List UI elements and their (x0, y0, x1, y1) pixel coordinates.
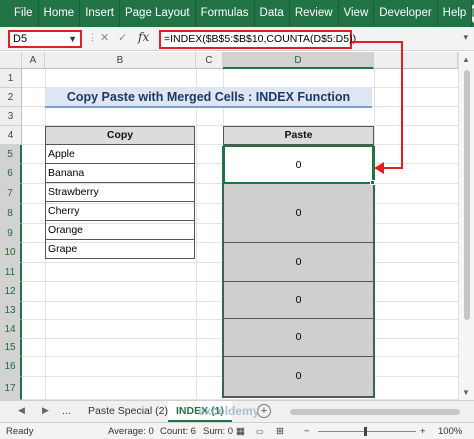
tab-insert[interactable]: Insert (80, 0, 120, 27)
expand-formula-icon[interactable]: ▾ (463, 32, 468, 43)
insert-function-button[interactable]: fx (138, 30, 149, 44)
zoom-out-button[interactable]: − (304, 426, 310, 437)
status-bar: Ready Average: 0 Count: 6 Sum: 0 ▦ ▭ ⊞ −… (0, 422, 474, 439)
row-header-16[interactable]: 16 (0, 357, 22, 377)
row-header-15[interactable]: 15 (0, 339, 22, 357)
paste-cell[interactable]: 0 (223, 282, 374, 319)
tab-review[interactable]: Review (290, 0, 339, 27)
name-box-value: D5 (13, 33, 28, 45)
row-header-1[interactable]: 1 (0, 69, 22, 88)
column-header-b[interactable]: B (45, 52, 196, 69)
column-header-a[interactable]: A (22, 52, 45, 69)
row-header-11[interactable]: 11 (0, 263, 22, 282)
status-count: Count: 6 (160, 426, 196, 437)
name-box[interactable]: D5 ▼ (8, 30, 82, 48)
row-header-10[interactable]: 10 (0, 243, 22, 263)
normal-view-icon[interactable]: ▦ (236, 426, 245, 437)
status-sum: Sum: 0 (203, 426, 234, 437)
scroll-up-icon[interactable]: ▲ (462, 55, 470, 64)
row-header-17[interactable]: 17 (0, 377, 22, 400)
paste-cell[interactable]: 0 (223, 184, 374, 243)
sheet-tab-paste-special-2[interactable]: Paste Special (2) (80, 401, 176, 422)
copy-cell[interactable]: Banana (45, 164, 195, 183)
row-header-3[interactable]: 3 (0, 107, 22, 126)
row-header-4[interactable]: 4 (0, 126, 22, 145)
row-header-6[interactable]: 6 (0, 164, 22, 184)
scroll-tabs-left-icon[interactable]: ◀ (18, 405, 25, 416)
copy-cell[interactable]: Cherry (45, 202, 195, 221)
zoom-slider[interactable] (318, 431, 416, 432)
tab-view[interactable]: View (339, 0, 375, 27)
tab-formulas[interactable]: Formulas (196, 0, 255, 27)
tab-help[interactable]: Help (438, 0, 473, 27)
row-header-2[interactable]: 2 (0, 88, 22, 107)
sheet-title: Copy Paste with Merged Cells : INDEX Fun… (45, 88, 372, 108)
tab-data[interactable]: Data (255, 0, 290, 27)
horizontal-scrollbar[interactable] (290, 409, 460, 415)
row-header-7[interactable]: 7 (0, 184, 22, 204)
formula-input[interactable]: =INDEX($B$5:$B$10,COUNTA(D$5:D5)) (159, 30, 356, 49)
vertical-scrollbar[interactable]: ▲ ▼ (458, 52, 474, 400)
tab-file[interactable]: File (0, 0, 39, 27)
paste-cell[interactable]: 0 (223, 357, 374, 397)
copy-header: Copy (45, 126, 195, 145)
exceldemy-logo: exceldemy (198, 404, 260, 418)
zoom-in-button[interactable]: + (420, 426, 426, 437)
enter-button[interactable]: ✓ (118, 31, 127, 44)
column-header-e[interactable] (374, 52, 458, 69)
paste-header: Paste (223, 126, 374, 145)
page-break-icon[interactable]: ⊞ (276, 426, 284, 437)
page-layout-icon[interactable]: ▭ (256, 427, 264, 436)
zoom-level[interactable]: 100% (438, 426, 462, 437)
column-header-c[interactable]: C (196, 52, 223, 69)
scroll-tabs-right-icon[interactable]: ▶ (42, 405, 49, 416)
cancel-button[interactable]: ✕ (100, 31, 109, 44)
status-ready: Ready (6, 426, 34, 437)
copy-cell[interactable]: Strawberry (45, 183, 195, 202)
tab-home[interactable]: Home (39, 0, 81, 27)
copy-cell[interactable]: Orange (45, 221, 195, 240)
copy-cell[interactable]: Grape (45, 240, 195, 259)
copy-cell[interactable]: Apple (45, 145, 195, 164)
row-header-12[interactable]: 12 (0, 282, 22, 302)
select-all-corner[interactable] (0, 52, 22, 69)
fill-handle[interactable] (370, 180, 375, 185)
scrollbar-thumb[interactable] (464, 70, 470, 320)
row-header-8[interactable]: 8 (0, 204, 22, 224)
row-header-5[interactable]: 5 (0, 145, 22, 164)
row-header-13[interactable]: 13 (0, 302, 22, 320)
row-header-9[interactable]: 9 (0, 224, 22, 243)
drag-handle-icon[interactable]: ⋮ (88, 32, 97, 43)
more-sheets[interactable]: ... (54, 401, 79, 422)
tab-page-layout[interactable]: Page Layout (120, 0, 196, 27)
column-header-d[interactable]: D (223, 52, 374, 69)
status-average: Average: 0 (108, 426, 154, 437)
chevron-down-icon[interactable]: ▼ (68, 32, 77, 46)
scroll-down-icon[interactable]: ▼ (462, 388, 470, 397)
paste-cell[interactable]: 0 (223, 243, 374, 282)
row-header-14[interactable]: 14 (0, 320, 22, 339)
paste-cell-selected[interactable]: 0 (223, 145, 374, 184)
paste-cell[interactable]: 0 (223, 319, 374, 357)
ribbon-tabs: File Home Insert Page Layout Formulas Da… (0, 0, 474, 27)
zoom-slider-thumb[interactable] (364, 427, 367, 436)
tab-developer[interactable]: Developer (374, 0, 438, 27)
